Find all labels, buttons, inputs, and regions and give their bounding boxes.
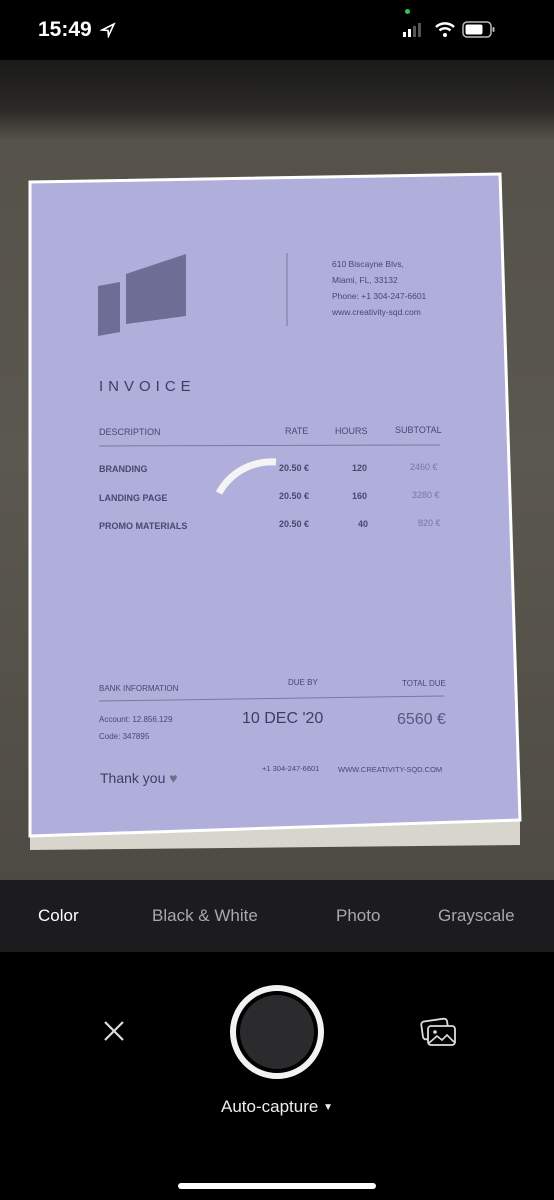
invoice-title: INVOICE [99,378,196,395]
document-detection-overlay [28,172,522,850]
camera-in-use-dot [405,9,410,14]
battery-icon [462,21,495,38]
close-icon[interactable] [103,1020,125,1042]
status-bar: 15:49 [0,0,554,60]
total-due: 6560 € [397,711,446,728]
col-hours: HOURS [335,426,368,436]
col-description: DESCRIPTION [99,427,161,437]
filter-color[interactable]: Color [38,906,79,926]
wifi-icon [435,22,455,37]
filter-black-white[interactable]: Black & White [152,906,258,926]
account-number: Account: 12.856.129 [99,715,173,724]
bank-info-label: BANK INFORMATION [99,684,179,693]
photo-gallery-icon[interactable] [420,1017,458,1047]
footer-website: WWW.CREATIVITY-SQD.COM [338,765,443,774]
auto-capture-label: Auto-capture [221,1097,319,1116]
due-date: 10 DEC '20 [242,710,324,727]
shutter-inner [240,995,314,1069]
filter-photo[interactable]: Photo [336,906,380,926]
caret-down-icon: ▼ [323,1102,333,1113]
shutter-button[interactable] [230,985,324,1079]
auto-capture-toggle[interactable]: Auto-capture ▼ [0,1097,554,1117]
col-subtotal: SUBTOTAL [395,425,442,435]
heart-icon: ♥ [169,770,178,786]
location-arrow-icon [100,22,116,38]
logo-shape [98,282,120,336]
filter-grayscale[interactable]: Grayscale [438,906,515,926]
due-by-label: DUE BY [288,678,318,687]
total-due-label: TOTAL DUE [402,679,446,688]
col-rate: RATE [285,426,309,436]
cellular-signal-icon [403,23,421,37]
footer-phone: +1 304-247-6601 [262,764,320,773]
thank-you: Thank you ♥ [100,770,178,786]
filter-bar: Color Black & White Photo Grayscale [0,880,554,952]
company-address: 610 Biscayne Blvs, Miami, FL, 33132 Phone:… [332,259,427,317]
status-time: 15:49 [38,18,92,41]
camera-viewfinder[interactable]: 610 Biscayne Blvs, Miami, FL, 33132 Phone:… [0,60,554,880]
home-indicator[interactable] [178,1183,376,1189]
code: Code: 347895 [99,732,150,741]
